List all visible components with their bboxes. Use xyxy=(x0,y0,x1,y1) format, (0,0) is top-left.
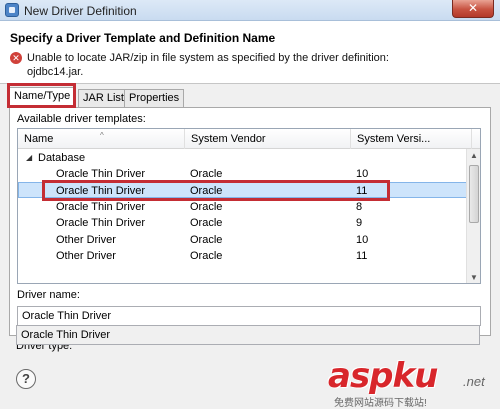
row-vendor: Oracle xyxy=(190,185,223,197)
table-row-selected[interactable]: Oracle Thin Driver Oracle 11 xyxy=(18,182,472,198)
row-name: Oracle Thin Driver xyxy=(56,217,146,229)
tab-name-type[interactable]: Name/Type xyxy=(9,87,76,108)
row-version: 11 xyxy=(356,250,368,262)
column-header-version[interactable]: System Versi... xyxy=(351,129,472,149)
error-message: Unable to locate JAR/zip in file system … xyxy=(27,52,389,64)
row-vendor: Oracle xyxy=(190,201,223,213)
driver-templates-table[interactable]: ^ Name System Vendor System Versi... ◢ D… xyxy=(17,128,481,284)
app-icon xyxy=(5,3,19,17)
row-vendor: Oracle xyxy=(190,168,223,180)
row-version: 10 xyxy=(356,168,369,180)
vertical-scrollbar[interactable]: ▲ ▼ xyxy=(466,149,480,283)
help-button[interactable]: ? xyxy=(16,369,36,389)
row-name: Oracle Thin Driver xyxy=(56,185,146,197)
table-row[interactable]: Other Driver Oracle 10 xyxy=(18,232,472,248)
table-row[interactable]: Oracle Thin Driver Oracle 8 xyxy=(18,199,472,215)
name-type-panel: Available driver templates: ^ Name Syste… xyxy=(9,107,491,336)
driver-type-field: Oracle Thin Driver xyxy=(16,325,480,345)
table-header: ^ Name System Vendor System Versi... xyxy=(18,129,480,149)
watermark-tagline: 免费网站源码下载站! xyxy=(334,398,427,409)
watermark: aspku .net 免费网站源码下载站! xyxy=(328,356,498,409)
table-row[interactable]: Oracle Thin Driver Oracle 10 xyxy=(18,166,472,182)
scroll-up-icon[interactable]: ▲ xyxy=(467,149,480,163)
error-icon: ✕ xyxy=(10,52,22,64)
row-name: Oracle Thin Driver xyxy=(56,168,146,180)
collapse-triangle-icon[interactable]: ◢ xyxy=(26,150,32,166)
row-vendor: Oracle xyxy=(190,234,223,246)
dialog-content: Name/Type JAR List Properties Available … xyxy=(0,84,500,409)
row-version: 9 xyxy=(356,217,363,229)
window-title: New Driver Definition xyxy=(24,4,137,18)
error-message-file: ojdbc14.jar. xyxy=(27,66,84,78)
table-row[interactable]: Oracle Thin Driver Oracle 9 xyxy=(18,215,472,231)
row-version: 8 xyxy=(356,201,363,213)
driver-name-label: Driver name: xyxy=(17,289,80,301)
page-heading: Specify a Driver Template and Definition… xyxy=(10,31,276,45)
row-name: Oracle Thin Driver xyxy=(56,201,146,213)
driver-name-input[interactable]: Oracle Thin Driver xyxy=(17,306,481,326)
row-version: 10 xyxy=(356,234,369,246)
column-header-vendor[interactable]: System Vendor xyxy=(185,129,351,149)
column-header-name[interactable]: ^ Name xyxy=(18,129,185,149)
title-bar: New Driver Definition ✕ xyxy=(0,0,500,21)
tab-properties[interactable]: Properties xyxy=(124,89,185,107)
row-version: 11 xyxy=(356,185,368,197)
dialog-header: Specify a Driver Template and Definition… xyxy=(0,21,500,84)
watermark-logo: aspku xyxy=(328,356,438,396)
row-vendor: Oracle xyxy=(190,250,223,262)
templates-label: Available driver templates: xyxy=(17,113,146,125)
row-name: Other Driver xyxy=(56,250,116,262)
tab-jar-list[interactable]: JAR List xyxy=(78,89,129,107)
scroll-down-icon[interactable]: ▼ xyxy=(467,271,480,283)
table-row[interactable]: Other Driver Oracle 11 xyxy=(18,248,472,264)
sort-arrow-icon: ^ xyxy=(100,131,104,140)
close-button[interactable]: ✕ xyxy=(452,0,494,18)
scroll-thumb[interactable] xyxy=(469,165,479,223)
watermark-domain: .net xyxy=(463,374,485,389)
row-vendor: Oracle xyxy=(190,217,223,229)
row-name: Other Driver xyxy=(56,234,116,246)
